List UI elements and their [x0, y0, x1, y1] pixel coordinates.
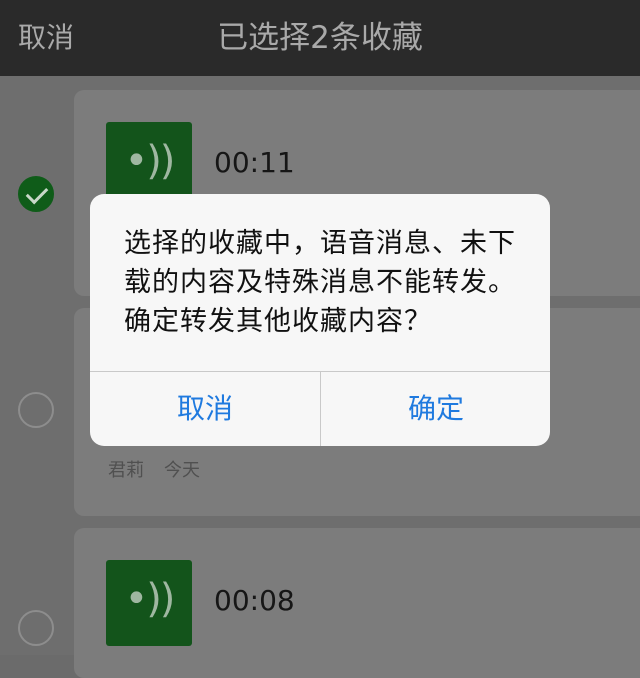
favorite-item-3[interactable]: •)) 00:08: [74, 528, 640, 678]
favorite-meta: 君莉 今天: [108, 456, 200, 482]
voice-wave-icon: •)): [124, 576, 176, 622]
page-title: 已选择2条收藏: [217, 20, 423, 56]
item-2-select-checkbox[interactable]: [18, 392, 54, 428]
forward-alert-dialog: 选择的收藏中，语音消息、未下载的内容及特殊消息不能转发。确定转发其他收藏内容？ …: [90, 194, 550, 446]
item-1-select-checkbox[interactable]: [18, 176, 54, 212]
alert-message: 选择的收藏中，语音消息、未下载的内容及特殊消息不能转发。确定转发其他收藏内容？: [124, 228, 516, 337]
checkmark-icon: [25, 181, 49, 205]
voice-wave-icon: •)): [124, 138, 176, 184]
alert-confirm-button[interactable]: 确定: [321, 372, 550, 446]
favorite-time: 今天: [164, 460, 200, 481]
voice-duration: 00:11: [214, 146, 295, 179]
navbar: 取消 已选择2条收藏: [0, 0, 640, 76]
voice-message-icon: •)): [106, 560, 192, 646]
alert-cancel-button[interactable]: 取消: [90, 372, 320, 446]
item-3-select-checkbox[interactable]: [18, 610, 54, 646]
sender-name: 君莉: [108, 460, 144, 481]
voice-duration: 00:08: [214, 584, 295, 617]
